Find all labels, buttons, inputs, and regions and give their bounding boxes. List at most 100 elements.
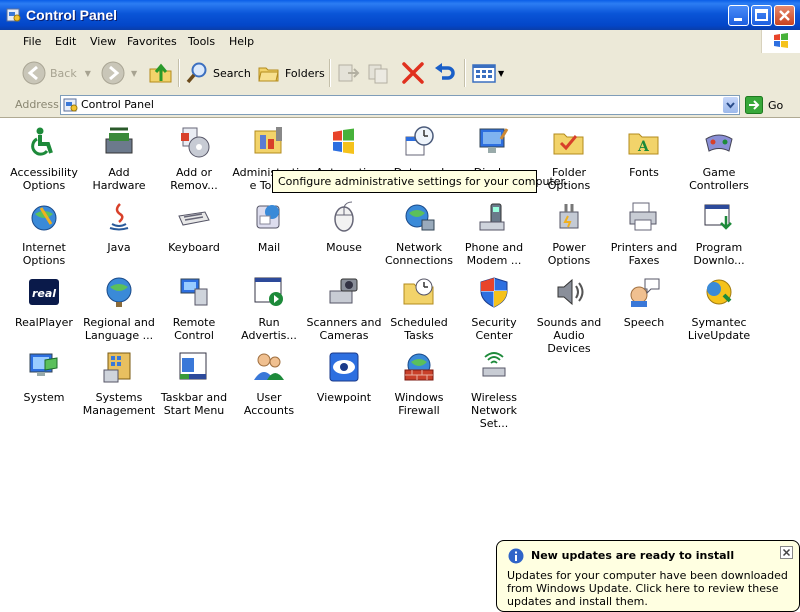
menu-help[interactable]: Help [229, 35, 254, 48]
cp-item-systems-management[interactable]: Systems Management [81, 350, 157, 417]
cp-item-game-controllers[interactable]: Game Controllers [681, 125, 757, 192]
cp-item-regional-language[interactable]: Regional and Language ... [81, 275, 157, 342]
cp-item-run-advertised[interactable]: Run Advertis... [231, 275, 307, 342]
scheduled-tasks-icon [403, 278, 434, 305]
views-icon [472, 64, 496, 83]
undo-button[interactable] [432, 59, 458, 87]
cp-item-network-connections[interactable]: Network Connections [381, 200, 457, 267]
cp-item-label: Scanners and Cameras [306, 316, 382, 342]
display-icon [479, 128, 509, 153]
menu-view[interactable]: View [90, 35, 116, 48]
cp-item-label: Speech [623, 316, 665, 329]
cp-item-windows-firewall[interactable]: Windows Firewall [381, 350, 457, 417]
windows-logo-icon [761, 30, 800, 53]
close-button[interactable] [774, 5, 795, 26]
cp-item-label: Security Center [471, 316, 517, 342]
balloon-close-button[interactable] [780, 546, 793, 559]
views-button[interactable]: ▼ [471, 59, 504, 87]
balloon-text: Updates for your computer have been down… [507, 569, 788, 608]
move-to-button[interactable] [336, 59, 362, 87]
folders-label: Folders [285, 66, 325, 80]
minimize-button[interactable] [728, 5, 749, 26]
network-connections-icon [405, 204, 435, 231]
cp-item-speech[interactable]: Speech [606, 275, 682, 329]
menu-tools[interactable]: Tools [188, 35, 215, 48]
cp-item-printers-faxes[interactable]: Printers and Faxes [606, 200, 682, 267]
cp-item-label: Mouse [326, 241, 362, 254]
address-field[interactable]: Control Panel [60, 95, 740, 115]
cp-item-mouse[interactable]: Mouse [306, 200, 382, 254]
up-folder-button[interactable] [148, 59, 174, 87]
forward-arrow-icon [101, 61, 125, 85]
go-label: Go [768, 98, 784, 112]
back-arrow-icon [22, 61, 46, 85]
cp-item-label: Network Connections [385, 241, 453, 267]
cp-item-keyboard[interactable]: Keyboard [156, 200, 232, 254]
cp-item-wireless-network[interactable]: Wireless Network Set... [456, 350, 532, 430]
cp-item-label: Keyboard [168, 241, 220, 254]
cp-item-realplayer[interactable]: real RealPlayer [6, 275, 82, 329]
cp-item-program-download[interactable]: Program Downlo... [681, 200, 757, 267]
folders-button[interactable]: Folders [257, 59, 325, 87]
close-icon [782, 548, 791, 557]
cp-item-label: Regional and Language ... [83, 316, 155, 342]
cp-item-scanners-cameras[interactable]: Scanners and Cameras [306, 275, 382, 342]
menu-edit[interactable]: Edit [55, 35, 76, 48]
cp-item-scheduled-tasks[interactable]: Scheduled Tasks [381, 275, 457, 342]
address-value: Control Panel [81, 98, 154, 111]
cp-item-accessibility[interactable]: Accessibility Options [6, 125, 82, 192]
mouse-icon [334, 201, 354, 232]
cp-item-fonts[interactable]: A Fonts [606, 125, 682, 179]
viewpoint-icon [329, 352, 359, 382]
remote-control-icon [180, 278, 208, 306]
update-notification-balloon[interactable]: New updates are ready to install Updates… [496, 540, 800, 612]
windows-firewall-icon [404, 353, 434, 381]
tooltip-text: Configure administrative settings for yo… [278, 175, 568, 188]
menu-favorites[interactable]: Favorites [127, 35, 177, 48]
cp-item-label: Phone and Modem ... [464, 241, 524, 267]
maximize-button[interactable] [751, 5, 772, 26]
move-to-icon [338, 64, 360, 82]
cp-item-remote-control[interactable]: Remote Control [156, 275, 232, 342]
cp-item-phone-modem[interactable]: Phone and Modem ... [456, 200, 532, 267]
cp-item-label: Taskbar and Start Menu [160, 391, 228, 417]
program-download-icon [704, 204, 732, 230]
cp-item-security-center[interactable]: Security Center [456, 275, 532, 342]
cp-item-system[interactable]: System [6, 350, 82, 404]
speech-icon [630, 278, 660, 307]
cp-item-label: Viewpoint [316, 391, 372, 404]
forward-button[interactable]: ▼ [101, 59, 137, 87]
search-button[interactable]: Search [185, 59, 251, 87]
date-time-icon [405, 126, 434, 156]
cp-item-label: System [23, 391, 65, 404]
delete-button[interactable] [400, 59, 426, 87]
automatic-updates-icon [333, 128, 354, 154]
scanners-cameras-icon [329, 278, 358, 304]
cp-item-add-remove-programs[interactable]: Add or Remov... [156, 125, 232, 192]
menu-file[interactable]: File [23, 35, 41, 48]
mail-icon [256, 205, 280, 229]
go-arrow-icon [745, 96, 763, 114]
back-button[interactable]: Back ▼ [22, 59, 91, 87]
cp-item-mail[interactable]: Mail [231, 200, 307, 254]
copy-to-button[interactable] [366, 59, 392, 87]
cp-item-add-hardware[interactable]: Add Hardware [81, 125, 157, 192]
cp-item-viewpoint[interactable]: Viewpoint [306, 350, 382, 404]
printers-faxes-icon [629, 202, 657, 231]
cp-item-label: User Accounts [243, 391, 295, 417]
sounds-audio-icon [557, 278, 584, 306]
accessibility-icon [29, 127, 59, 157]
keyboard-icon [178, 211, 210, 226]
cp-item-power-options[interactable]: Power Options [531, 200, 607, 267]
title-bar[interactable]: Control Panel [0, 0, 800, 30]
go-button[interactable]: Go [745, 96, 783, 114]
cp-item-taskbar-start-menu[interactable]: Taskbar and Start Menu [156, 350, 232, 417]
cp-item-sounds-audio[interactable]: Sounds and Audio Devices [531, 275, 607, 355]
cp-item-symantec-liveupdate[interactable]: Symantec LiveUpdate [681, 275, 757, 342]
cp-item-user-accounts[interactable]: User Accounts [231, 350, 307, 417]
address-dropdown-button[interactable] [723, 97, 738, 113]
cp-item-java[interactable]: Java [81, 200, 157, 254]
cp-item-internet-options[interactable]: Internet Options [6, 200, 82, 267]
system-icon [29, 353, 58, 376]
cp-item-label: Systems Management [82, 391, 156, 417]
